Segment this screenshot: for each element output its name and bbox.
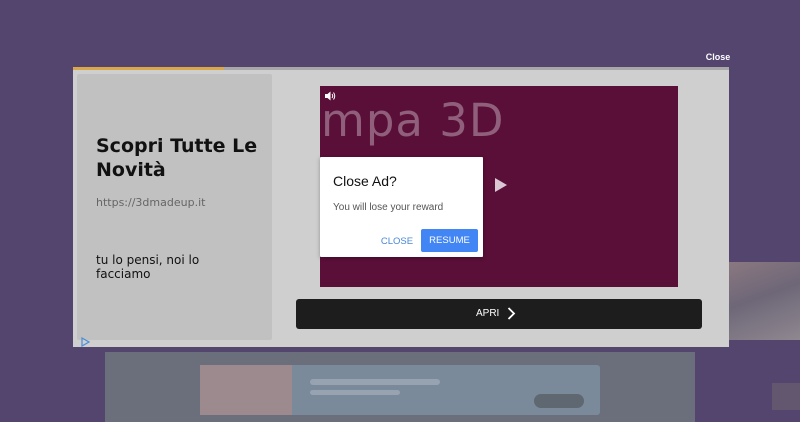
background-banner-image	[200, 365, 292, 415]
close-ad-link[interactable]: Close	[700, 52, 736, 62]
volume-icon[interactable]	[325, 91, 336, 101]
background-banner	[200, 365, 600, 415]
adchoices-icon[interactable]	[81, 337, 91, 347]
apri-button-label: APRI	[476, 308, 500, 319]
ad-progress-fill	[73, 67, 224, 70]
play-icon[interactable]	[493, 177, 509, 193]
dialog-resume-button[interactable]: RESUME	[421, 229, 478, 252]
apri-button[interactable]: APRI	[296, 299, 702, 329]
interstitial-ad: Scopri Tutte Le Novità https://3dmadeup.…	[73, 67, 729, 347]
ad-description: tu lo pensi, noi lo facciamo	[96, 253, 200, 281]
background-banner-button	[534, 394, 584, 408]
ad-progress-track	[73, 67, 729, 70]
dialog-close-button[interactable]: CLOSE	[380, 232, 414, 252]
background-banner-text	[310, 390, 400, 395]
dialog-message: You will lose your reward	[333, 202, 444, 213]
ad-headline: Scopri Tutte Le Novità	[96, 135, 258, 181]
background-side-image	[728, 262, 800, 340]
ad-text-panel[interactable]: Scopri Tutte Le Novità https://3dmadeup.…	[77, 74, 272, 347]
close-ad-dialog: Close Ad? You will lose your reward CLOS…	[320, 157, 483, 257]
background-corner-element	[772, 383, 800, 410]
chevron-right-icon	[507, 307, 516, 320]
ad-url: https://3dmadeup.it	[96, 196, 206, 209]
dialog-title: Close Ad?	[333, 173, 397, 189]
background-banner-text	[310, 379, 440, 385]
video-title-text: mpa 3D	[321, 94, 505, 147]
